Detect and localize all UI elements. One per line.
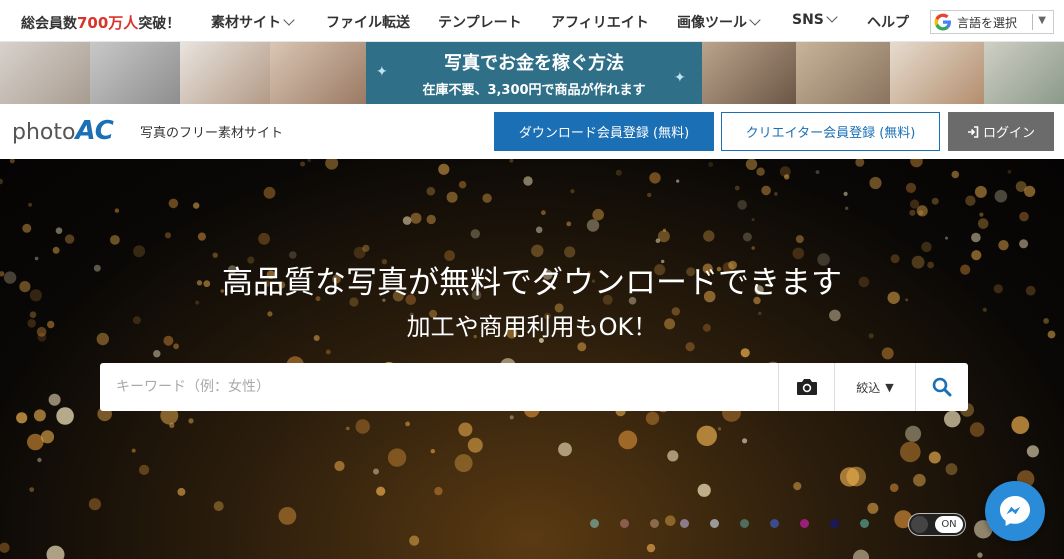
members-suffix: 突破！	[138, 16, 181, 32]
banner-photo	[796, 42, 890, 104]
site-tagline: 写真のフリー素材サイト	[140, 126, 284, 141]
carousel-dot[interactable]	[710, 519, 719, 528]
search-icon	[932, 377, 952, 397]
nav-item-image-tools[interactable]: 画像ツール	[677, 12, 761, 32]
nav-item-label: アフィリエイト	[551, 15, 649, 31]
carousel-dot[interactable]	[680, 519, 689, 528]
sparkle-icon: ✦	[376, 64, 388, 80]
nav-item-label: テンプレート	[438, 15, 522, 31]
banner-photo	[984, 42, 1064, 104]
carousel-dot[interactable]	[650, 519, 659, 528]
members-prefix: 総会員数	[21, 16, 77, 32]
members-count: 700万人	[77, 14, 139, 32]
nav-item-templates[interactable]: テンプレート	[438, 12, 522, 32]
banner-photo	[890, 42, 984, 104]
carousel-dots	[590, 519, 890, 528]
site-logo[interactable]: photoAC	[12, 116, 114, 146]
search-input[interactable]	[100, 363, 778, 411]
logo-photo-text: photo	[12, 120, 76, 145]
toggle-label: ON	[935, 516, 963, 533]
divider	[1032, 14, 1033, 30]
carousel-dot[interactable]	[770, 519, 779, 528]
promo-banner[interactable]: ✦ ✦ 写真でお金を稼ぐ方法 在庫不要、3,300円で商品が作れます	[0, 42, 1064, 104]
site-header: photoAC 写真のフリー素材サイト ダウンロード会員登録 (無料) クリエイ…	[0, 104, 1064, 159]
banner-subtitle: 在庫不要、3,300円で商品が作れます	[422, 83, 646, 98]
hero-headline: 高品質な写真が無料でダウンロードできます	[222, 265, 842, 301]
nav-item-affiliate[interactable]: アフィリエイト	[551, 12, 649, 32]
member-count-badge: 総会員数700万人突破！	[21, 12, 180, 33]
creator-register-button[interactable]: クリエイター会員登録 (無料)	[721, 112, 940, 151]
nav-item-materials[interactable]: 素材サイト	[211, 12, 295, 32]
banner-title: 写真でお金を稼ぐ方法	[444, 53, 624, 74]
hero-subheadline: 加工や商用利用もOK！	[406, 313, 658, 341]
banner-photo	[90, 42, 180, 104]
chevron-down-icon	[283, 14, 295, 26]
slideshow-toggle[interactable]: ON	[908, 513, 966, 536]
chevron-down-icon	[826, 11, 838, 23]
login-label: ログイン	[982, 126, 1035, 141]
caret-down-icon: ▼	[885, 380, 894, 394]
sparkle-icon: ✦	[674, 70, 686, 86]
nav-item-label: SNS	[792, 12, 824, 28]
banner-message: ✦ ✦ 写真でお金を稼ぐ方法 在庫不要、3,300円で商品が作れます	[366, 42, 702, 104]
carousel-dot[interactable]	[740, 519, 749, 528]
carousel-dot[interactable]	[830, 519, 839, 528]
google-icon	[934, 13, 951, 31]
dropdown-arrow-icon: ▼	[1038, 15, 1046, 26]
filter-dropdown[interactable]: 絞込 ▼	[834, 363, 915, 411]
nav-item-label: ファイル転送	[326, 15, 410, 31]
login-button[interactable]: ログイン	[948, 112, 1054, 151]
carousel-dot[interactable]	[800, 519, 809, 528]
carousel-dot[interactable]	[590, 519, 599, 528]
banner-photo	[702, 42, 796, 104]
banner-photo	[0, 42, 90, 104]
download-register-button[interactable]: ダウンロード会員登録 (無料)	[494, 112, 714, 151]
banner-photo	[180, 42, 270, 104]
carousel-dot[interactable]	[620, 519, 629, 528]
carousel-dot[interactable]	[860, 519, 869, 528]
nav-item-help[interactable]: ヘルプ	[867, 12, 909, 32]
camera-icon	[796, 379, 817, 395]
nav-item-label: 素材サイト	[211, 15, 281, 31]
logo-ac-text: AC	[75, 116, 114, 146]
language-select[interactable]: 言語を選択 ▼	[930, 10, 1054, 34]
search-button[interactable]	[915, 363, 968, 411]
nav-item-label: ヘルプ	[867, 15, 909, 31]
bokeh-background	[0, 159, 1056, 559]
filter-label: 絞込	[856, 380, 881, 395]
search-bar: 絞込 ▼	[100, 363, 968, 411]
toggle-knob	[911, 516, 928, 533]
nav-item-label: 画像ツール	[677, 15, 747, 31]
login-icon	[967, 125, 979, 138]
chevron-down-icon	[749, 14, 761, 26]
language-select-label: 言語を選択	[957, 15, 1018, 30]
messenger-chat-button[interactable]	[985, 481, 1045, 541]
image-search-button[interactable]	[778, 363, 834, 411]
banner-photo	[270, 42, 366, 104]
messenger-icon	[1000, 496, 1030, 526]
nav-item-sns[interactable]: SNS	[792, 11, 838, 28]
top-nav-bar: 総会員数700万人突破！ 素材サイト ファイル転送 テンプレート アフィリエイト…	[0, 0, 1064, 42]
nav-item-file-transfer[interactable]: ファイル転送	[326, 12, 410, 32]
hero-section: 高品質な写真が無料でダウンロードできます 加工や商用利用もOK！ 絞込 ▼ ON	[0, 159, 1064, 559]
